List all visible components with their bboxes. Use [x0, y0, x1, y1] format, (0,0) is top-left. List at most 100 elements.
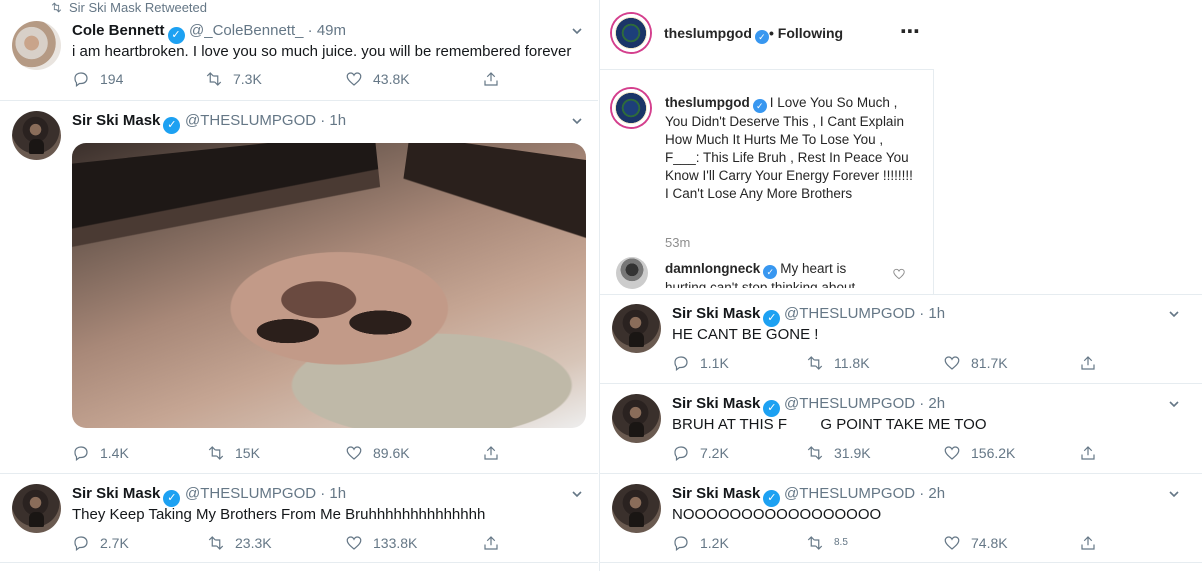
avatar[interactable]	[12, 111, 61, 160]
retweet-banner: Sir Ski Mask Retweeted	[50, 0, 207, 15]
tweet-author-name[interactable]: Cole Bennett ✓	[72, 22, 185, 44]
like-icon	[346, 536, 362, 550]
share-button[interactable]	[482, 534, 500, 552]
share-button[interactable]	[1079, 354, 1097, 372]
like-button[interactable]: 81.7K	[943, 354, 1008, 372]
avatar[interactable]	[612, 89, 650, 127]
avatar[interactable]	[612, 304, 661, 353]
divider	[600, 562, 1202, 563]
reply-button[interactable]: 1.4K	[72, 444, 129, 462]
tweet-text: i am heartbroken. I love you so much jui…	[72, 43, 572, 60]
avatar[interactable]	[12, 484, 61, 533]
avatar[interactable]	[612, 484, 661, 533]
ig-caption: theslumpgod ✓ I Love You So Much , You Did…	[665, 95, 913, 201]
share-icon	[1081, 356, 1095, 370]
avatar[interactable]	[12, 21, 61, 70]
retweet-icon	[206, 72, 222, 86]
verified-icon: ✓	[763, 310, 781, 327]
ig-header-username[interactable]: theslumpgod ✓	[664, 25, 772, 44]
reply-icon	[674, 536, 688, 551]
like-button[interactable]: 89.6K	[345, 444, 410, 462]
verified-icon: ✓	[167, 27, 185, 44]
avatar[interactable]	[612, 14, 650, 52]
ig-comment: damnlongneck ✓ My heart is hurting can't s…	[665, 261, 856, 288]
reply-button[interactable]: 7.2K	[672, 444, 729, 462]
share-icon	[1081, 536, 1095, 550]
retweet-icon	[51, 2, 62, 13]
divider	[600, 383, 1202, 384]
tweet-handle[interactable]: @THESLUMPGOD · 2h	[784, 395, 945, 412]
verified-icon: ✓	[763, 265, 778, 279]
reply-icon	[74, 446, 88, 461]
reply-icon	[74, 72, 88, 87]
like-icon	[346, 72, 362, 86]
ig-comment-username[interactable]: damnlongneck	[665, 261, 760, 276]
like-icon[interactable]	[892, 267, 906, 281]
tweet-author-name[interactable]: Sir Ski Mask ✓	[72, 112, 181, 134]
retweet-button[interactable]: 8.5	[806, 534, 848, 552]
retweet-button[interactable]: 23.3K	[207, 534, 272, 552]
tweet-handle[interactable]: @_ColeBennett_ · 49m	[189, 22, 346, 39]
share-button[interactable]	[1079, 444, 1097, 462]
verified-icon: ✓	[752, 99, 767, 113]
reply-icon	[74, 536, 88, 551]
share-button[interactable]	[482, 444, 500, 462]
tweet-handle[interactable]: @THESLUMPGOD · 1h	[185, 112, 346, 129]
chevron-down-icon[interactable]	[1168, 488, 1180, 500]
like-icon	[944, 356, 960, 370]
divider	[600, 473, 1202, 474]
tweet-handle[interactable]: @THESLUMPGOD · 1h	[784, 305, 945, 322]
tweet-text: They Keep Taking My Brothers From Me Bru…	[72, 506, 486, 523]
ig-caption-username[interactable]: theslumpgod	[665, 95, 750, 110]
reply-button[interactable]: 2.7K	[72, 534, 129, 552]
ig-timestamp[interactable]: 53m	[665, 235, 690, 250]
reply-button[interactable]: 1.2K	[672, 534, 729, 552]
like-button[interactable]: 156.2K	[943, 444, 1015, 462]
like-button[interactable]: 43.8K	[345, 70, 410, 88]
share-icon	[484, 446, 498, 460]
verified-icon: ✓	[763, 490, 781, 507]
verified-icon: ✓	[163, 117, 181, 134]
retweet-icon	[807, 446, 823, 460]
like-button[interactable]: 133.8K	[345, 534, 417, 552]
chevron-down-icon[interactable]	[571, 115, 583, 127]
chevron-down-icon[interactable]	[1168, 308, 1180, 320]
tweet-author-name[interactable]: Sir Ski Mask ✓	[672, 305, 781, 327]
retweet-button[interactable]: 11.8K	[806, 354, 870, 372]
verified-icon: ✓	[163, 490, 181, 507]
like-icon	[944, 536, 960, 550]
retweet-icon	[208, 446, 224, 460]
divider	[0, 562, 598, 563]
retweet-button[interactable]: 31.9K	[806, 444, 871, 462]
verified-icon: ✓	[754, 30, 769, 44]
following-button[interactable]: • Following	[769, 25, 843, 41]
tweet-text: BRUH AT THIS F G POINT TAKE ME TOO	[672, 416, 987, 433]
tweet-handle[interactable]: @THESLUMPGOD · 2h	[784, 485, 945, 502]
reply-icon	[674, 356, 688, 371]
avatar[interactable]	[616, 257, 648, 289]
tweet-handle[interactable]: @THESLUMPGOD · 1h	[185, 485, 346, 502]
avatar[interactable]	[612, 394, 661, 443]
more-icon[interactable]: ⋯	[900, 19, 921, 44]
share-button[interactable]	[1079, 534, 1097, 552]
reply-button[interactable]: 1.1K	[672, 354, 729, 372]
chevron-down-icon[interactable]	[571, 488, 583, 500]
retweet-icon	[807, 536, 823, 550]
retweet-button[interactable]: 7.3K	[205, 70, 262, 88]
reply-button[interactable]: 194	[72, 70, 123, 88]
tweet-media-image[interactable]	[72, 143, 586, 428]
divider	[0, 100, 598, 101]
share-button[interactable]	[482, 70, 500, 88]
retweet-icon	[208, 536, 224, 550]
column-divider	[599, 0, 600, 571]
tweet-author-name[interactable]: Sir Ski Mask ✓	[72, 485, 181, 507]
verified-icon: ✓	[763, 400, 781, 417]
chevron-down-icon[interactable]	[1168, 398, 1180, 410]
like-button[interactable]: 74.8K	[943, 534, 1008, 552]
share-icon	[484, 536, 498, 550]
chevron-down-icon[interactable]	[571, 25, 583, 37]
tweet-author-name[interactable]: Sir Ski Mask ✓	[672, 485, 781, 507]
retweet-button[interactable]: 15K	[207, 444, 260, 462]
tweet-text: HE CANT BE GONE !	[672, 326, 819, 343]
tweet-author-name[interactable]: Sir Ski Mask ✓	[672, 395, 781, 417]
